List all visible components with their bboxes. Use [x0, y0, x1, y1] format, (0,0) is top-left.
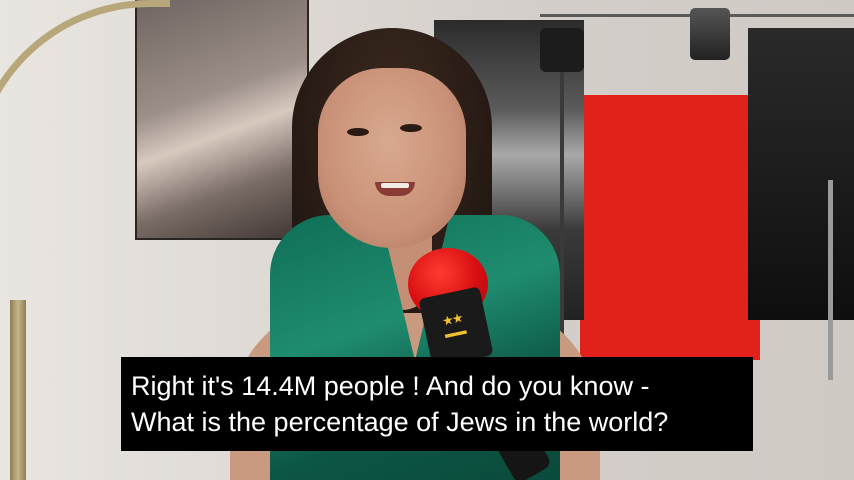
spotlight — [690, 8, 730, 60]
studio-lamp — [540, 28, 584, 72]
subtitle-line-2: What is the percentage of Jews in the wo… — [131, 407, 669, 437]
light-stand-right — [828, 180, 833, 380]
right-eye — [400, 124, 422, 132]
left-eye — [347, 128, 369, 136]
subtitle-box: Right it's 14.4M people ! And do you kno… — [121, 357, 753, 451]
softbox-light — [748, 28, 854, 320]
person-face — [318, 68, 466, 248]
subtitle-line-1: Right it's 14.4M people ! And do you kno… — [131, 371, 650, 401]
light-stand — [560, 35, 564, 345]
red-backdrop — [580, 95, 760, 360]
lamp-pole — [10, 300, 26, 480]
teeth — [381, 183, 409, 188]
video-frame: ★★ ▬▬ Right it's 14.4M people ! And do y… — [0, 0, 854, 480]
